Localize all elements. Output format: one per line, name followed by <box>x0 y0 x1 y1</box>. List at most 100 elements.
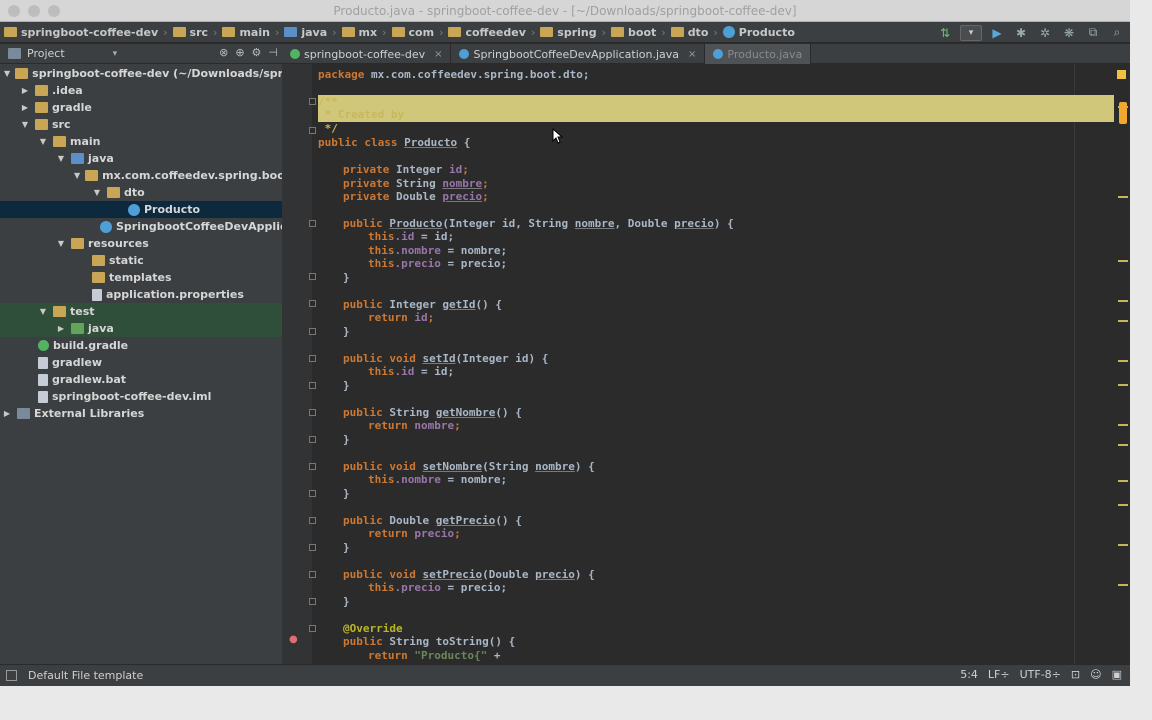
gradle-icon <box>38 340 49 351</box>
build-icon[interactable]: ⇅ <box>936 25 954 41</box>
tree-item-root[interactable]: ▼ springboot-coffee-dev (~/Downloads/spri… <box>0 65 282 82</box>
fold-marker[interactable] <box>309 517 316 524</box>
close-icon[interactable]: × <box>688 49 696 60</box>
tree-item-test[interactable]: ▼ test <box>0 303 282 320</box>
inspector-icon[interactable]: ☺ <box>1090 668 1101 681</box>
code-line-field-nombre: private String nombre; <box>343 177 489 190</box>
fold-marker[interactable] <box>309 382 316 389</box>
breadcrumb-src[interactable]: src › <box>172 22 223 43</box>
source-folder-icon <box>284 27 298 37</box>
breadcrumb-main[interactable]: main › <box>222 22 284 43</box>
tree-item-test-java[interactable]: ▶ java <box>0 320 282 337</box>
folder-icon <box>391 27 405 37</box>
tree-item-iml[interactable]: springboot-coffee-dev.iml <box>0 388 282 405</box>
file-encoding[interactable]: UTF-8÷ <box>1020 668 1061 681</box>
code-line-override: @Override <box>343 622 403 635</box>
tree-item-build-gradle[interactable]: build.gradle <box>0 337 282 354</box>
tree-item-java[interactable]: ▼ java <box>0 150 282 167</box>
search-icon[interactable]: ⌕ <box>1108 25 1126 41</box>
breadcrumb-spring[interactable]: spring › <box>540 22 611 43</box>
fold-marker[interactable] <box>309 436 316 443</box>
fold-marker[interactable] <box>309 625 316 632</box>
fold-marker[interactable] <box>309 220 316 227</box>
class-icon <box>722 26 735 38</box>
scroll-from-source-icon[interactable]: ⊕ <box>235 46 244 59</box>
code-line-return-id: return id; <box>368 311 435 324</box>
lock-icon[interactable]: ⊡ <box>1071 668 1080 681</box>
code-line-tostring: public String toString() { <box>343 635 516 648</box>
folder-icon <box>15 68 29 79</box>
tree-item-templates[interactable]: templates <box>0 269 282 286</box>
editor-tabs: springboot-coffee-dev × SpringbootCoffeeD… <box>282 44 1130 64</box>
tab-producto[interactable]: Producto.java <box>705 44 812 64</box>
run-icon[interactable]: ▶ <box>988 25 1006 41</box>
debug-icon[interactable]: ✱ <box>1012 25 1030 41</box>
breadcrumb-dto[interactable]: dto › <box>670 22 723 43</box>
tree-item-gradle[interactable]: ▶ gradle <box>0 99 282 116</box>
fold-marker[interactable] <box>309 490 316 497</box>
tree-item-producto[interactable]: Producto <box>0 201 282 218</box>
tree-item-dto[interactable]: ▼ dto <box>0 184 282 201</box>
fold-marker[interactable] <box>309 571 316 578</box>
fold-marker[interactable] <box>309 273 316 280</box>
fold-marker[interactable] <box>309 598 316 605</box>
caret-position[interactable]: 5:4 <box>960 668 978 681</box>
package-icon <box>107 187 120 198</box>
close-icon[interactable]: × <box>434 49 442 60</box>
gear-icon[interactable]: ⚙ <box>252 46 262 59</box>
tab-gradle-project[interactable]: springboot-coffee-dev × <box>282 44 452 64</box>
override-gutter-icon[interactable]: ● <box>289 634 298 645</box>
code-line-close: } <box>343 487 350 500</box>
fold-marker[interactable] <box>309 544 316 551</box>
scrollbar-thumb[interactable] <box>1119 102 1127 124</box>
tree-item-package[interactable]: ▼ mx.com.coffeedev.spring.boot <box>0 167 282 184</box>
code-line-getid: public Integer getId() { <box>343 298 502 311</box>
fold-marker[interactable] <box>309 300 316 307</box>
error-stripe[interactable] <box>1114 64 1130 664</box>
tree-item-resources[interactable]: ▼ resources <box>0 235 282 252</box>
tree-item-src[interactable]: ▼ src <box>0 116 282 133</box>
tool-windows-icon[interactable] <box>6 670 17 681</box>
tree-item-idea[interactable]: ▶ .idea <box>0 82 282 99</box>
vcs-icon[interactable]: ⧉ <box>1084 25 1102 41</box>
project-panel-title[interactable]: Project <box>27 47 65 60</box>
tab-application[interactable]: SpringbootCoffeeDevApplication.java × <box>451 44 706 64</box>
chevron-down-icon[interactable]: ▾ <box>113 49 118 59</box>
tree-item-gradlew-bat[interactable]: gradlew.bat <box>0 371 282 388</box>
folder-icon <box>540 27 554 37</box>
fold-marker[interactable] <box>309 328 316 335</box>
code-line-setprecio-body: this.precio = precio; <box>368 581 508 594</box>
tree-item-main[interactable]: ▼ main <box>0 133 282 150</box>
breadcrumb-mx[interactable]: mx › <box>341 22 392 43</box>
event-log-icon[interactable]: ▣ <box>1112 668 1122 681</box>
tree-item-external-libraries[interactable]: ▶ External Libraries <box>0 405 282 422</box>
fold-marker[interactable] <box>309 409 316 416</box>
run-config-dropdown[interactable]: ▾ <box>960 24 982 41</box>
javadoc-highlight <box>318 95 1122 122</box>
breadcrumb-project[interactable]: springboot-coffee-dev › <box>4 22 173 43</box>
tree-item-static[interactable]: static <box>0 252 282 269</box>
fold-marker[interactable] <box>309 463 316 470</box>
code-editor[interactable]: ● package mx.com.coffeedev.spring.boot.d… <box>282 64 1130 664</box>
code-line-close: } <box>343 325 350 338</box>
breadcrumb-com[interactable]: com › <box>391 22 449 43</box>
breadcrumb-coffeedev[interactable]: coffeedev › <box>448 22 540 43</box>
hide-panel-icon[interactable]: ⊣ <box>268 46 278 59</box>
fold-marker[interactable] <box>309 127 316 134</box>
fold-marker[interactable] <box>309 98 316 105</box>
breadcrumb-java[interactable]: java › <box>284 22 341 43</box>
line-separator[interactable]: LF÷ <box>988 668 1010 681</box>
tree-item-application-properties[interactable]: application.properties <box>0 286 282 303</box>
fold-marker[interactable] <box>309 355 316 362</box>
mouse-cursor-icon <box>552 128 564 144</box>
profile-icon[interactable]: ❋ <box>1060 25 1078 41</box>
inspection-status-icon[interactable] <box>1117 70 1126 79</box>
tree-item-application[interactable]: SpringbootCoffeeDevApplic <box>0 218 282 235</box>
folder-icon <box>35 119 48 130</box>
tree-item-gradlew[interactable]: gradlew <box>0 354 282 371</box>
collapse-all-icon[interactable]: ⊗ <box>219 46 228 59</box>
breadcrumb-boot[interactable]: boot › <box>611 22 671 43</box>
breadcrumb-producto[interactable]: Producto <box>722 22 795 43</box>
coverage-icon[interactable]: ✲ <box>1036 25 1054 41</box>
code-line-field-id: private Integer id; <box>343 163 469 176</box>
